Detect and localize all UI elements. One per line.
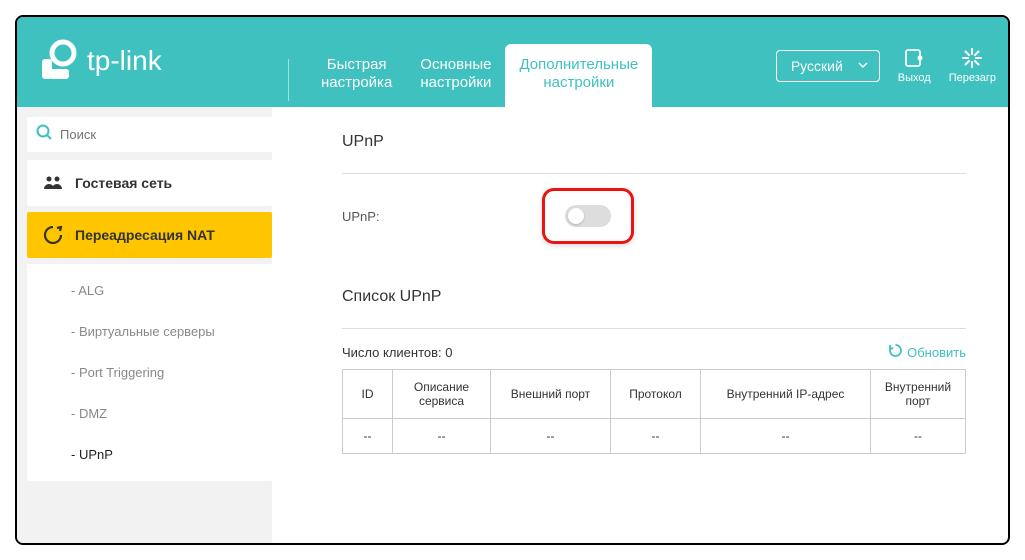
col-id: ID — [343, 370, 393, 419]
upnp-table: ID Описание сервиса Внешний порт Протоко… — [342, 369, 966, 454]
chevron-down-icon — [857, 58, 869, 74]
logo-text: tp-link — [87, 45, 162, 77]
logout-button[interactable]: Выход — [898, 47, 931, 85]
search-input[interactable] — [60, 127, 264, 142]
tabs: Быстрая настройка Основные настройки Доп… — [307, 17, 652, 107]
logo: tp-link — [35, 39, 162, 83]
section-title-upnp: UPnP — [342, 133, 966, 151]
sidebar-sub-dmz[interactable]: - DMZ — [27, 393, 272, 434]
content-area: UPnP UPnP: Список UPnP Число клиентов: 0 — [272, 107, 1008, 543]
table-header-row: ID Описание сервиса Внешний порт Протоко… — [343, 370, 966, 419]
header-divider — [288, 59, 289, 101]
language-value: Русский — [791, 58, 843, 74]
upnp-toggle-label: UPnP: — [342, 209, 542, 224]
col-protocol: Протокол — [611, 370, 701, 419]
refresh-button[interactable]: Обновить — [888, 343, 966, 361]
divider — [342, 328, 966, 329]
sidebar: Гостевая сеть Переадресация NAT - ALG - … — [17, 107, 272, 543]
sidebar-sub-virtual-servers[interactable]: - Виртуальные серверы — [27, 311, 272, 352]
reload-icon — [961, 47, 983, 69]
sidebar-sub-upnp[interactable]: - UPnP — [27, 434, 272, 475]
col-ext-port: Внешний порт — [491, 370, 611, 419]
tp-link-logo-icon — [35, 39, 79, 83]
sidebar-sub-alg[interactable]: - ALG — [27, 270, 272, 311]
logout-icon — [903, 47, 925, 69]
search-icon — [35, 123, 53, 146]
header-bar: tp-link Быстрая настройка Основные настр… — [17, 17, 1008, 107]
sidebar-sub-port-triggering[interactable]: - Port Triggering — [27, 352, 272, 393]
sidebar-item-nat-forwarding[interactable]: Переадресация NAT — [27, 212, 272, 258]
refresh-label: Обновить — [907, 345, 966, 360]
logout-label: Выход — [898, 72, 931, 84]
tab-quick-setup[interactable]: Быстрая настройка — [307, 44, 406, 108]
sidebar-item-guest-network[interactable]: Гостевая сеть — [27, 160, 272, 206]
search-box[interactable] — [27, 117, 272, 152]
col-int-ip: Внутренний IP-адрес — [701, 370, 871, 419]
col-int-port: Внутренний порт — [871, 370, 966, 419]
guest-network-icon — [43, 174, 63, 192]
sidebar-item-label: Гостевая сеть — [75, 175, 172, 191]
table-row: -- -- -- -- -- -- — [343, 419, 966, 454]
refresh-icon — [888, 343, 903, 361]
reload-label: Перезагр — [949, 72, 996, 84]
sidebar-subitems: - ALG - Виртуальные серверы - Port Trigg… — [27, 264, 272, 481]
section-title-upnp-list: Список UPnP — [342, 288, 966, 306]
nat-forward-icon — [43, 226, 63, 244]
upnp-toggle[interactable] — [565, 205, 611, 227]
sidebar-item-label: Переадресация NAT — [75, 227, 215, 243]
toggle-knob — [568, 208, 584, 224]
reload-button[interactable]: Перезагр — [949, 47, 996, 85]
col-service-desc: Описание сервиса — [393, 370, 491, 419]
tab-advanced-settings[interactable]: Дополнительные настройки — [505, 44, 652, 108]
language-select[interactable]: Русский — [776, 50, 880, 82]
divider — [342, 173, 966, 174]
tab-basic-settings[interactable]: Основные настройки — [406, 44, 505, 108]
upnp-toggle-highlight — [542, 188, 634, 244]
clients-count-text: Число клиентов: 0 — [342, 345, 453, 360]
